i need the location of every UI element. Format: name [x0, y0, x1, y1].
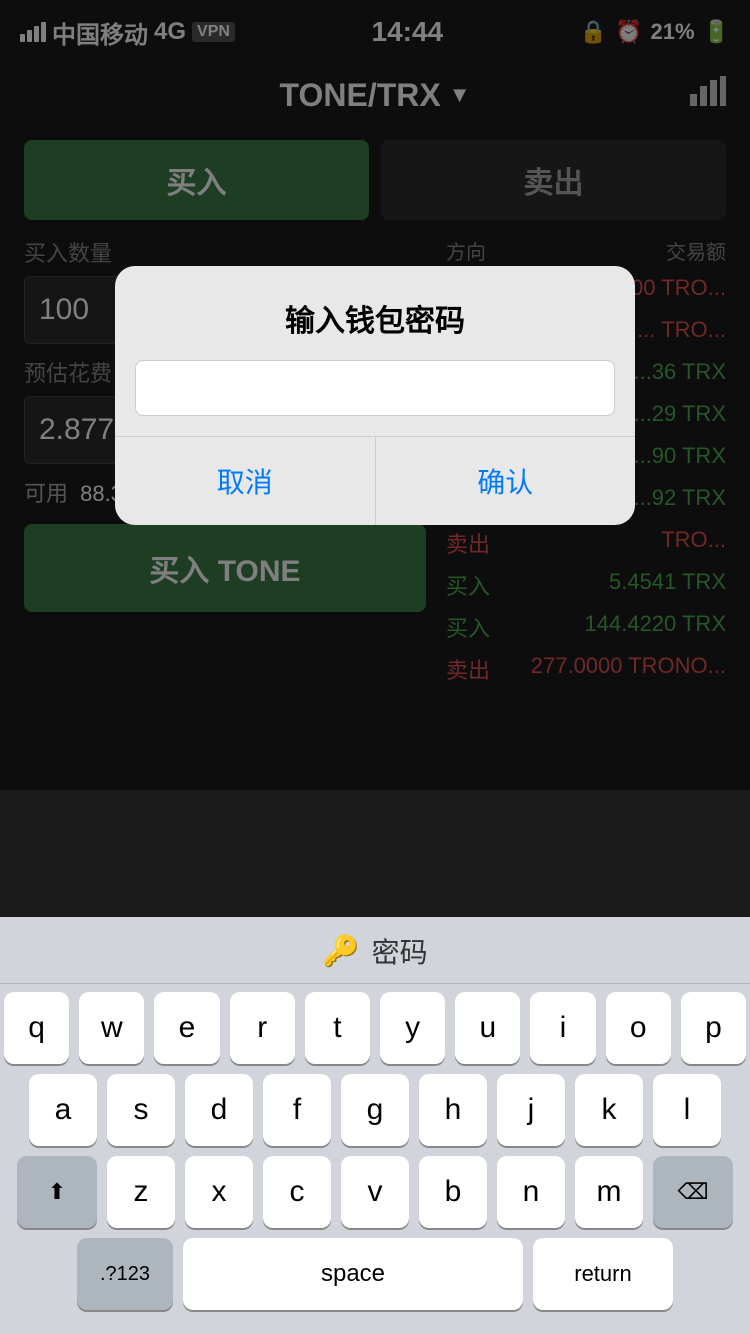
- key-u[interactable]: u: [455, 992, 520, 1064]
- key-q[interactable]: q: [4, 992, 69, 1064]
- key-h[interactable]: h: [419, 1074, 487, 1146]
- return-key[interactable]: return: [533, 1238, 673, 1310]
- keyboard-password-bar: 🔑 密码: [0, 917, 750, 984]
- keyboard-area: 🔑 密码 q w e r t y u i o p a s d f g h j k…: [0, 917, 750, 1334]
- cancel-button[interactable]: 取消: [115, 437, 375, 525]
- key-i[interactable]: i: [530, 992, 595, 1064]
- modal-overlay: 输入钱包密码 取消 确认: [0, 0, 750, 790]
- key-l[interactable]: l: [653, 1074, 721, 1146]
- key-f[interactable]: f: [263, 1074, 331, 1146]
- key-e[interactable]: e: [154, 992, 219, 1064]
- shift-key[interactable]: ⬆: [17, 1156, 97, 1228]
- key-z[interactable]: z: [107, 1156, 175, 1228]
- key-p[interactable]: p: [681, 992, 746, 1064]
- key-c[interactable]: c: [263, 1156, 331, 1228]
- space-key[interactable]: space: [183, 1238, 523, 1310]
- key-g[interactable]: g: [341, 1074, 409, 1146]
- modal-input-wrapper: [115, 360, 635, 436]
- key-row-4: .?123 space return: [4, 1238, 746, 1320]
- key-t[interactable]: t: [305, 992, 370, 1064]
- delete-key[interactable]: ⌫: [653, 1156, 733, 1228]
- key-b[interactable]: b: [419, 1156, 487, 1228]
- key-m[interactable]: m: [575, 1156, 643, 1228]
- keyboard-rows: q w e r t y u i o p a s d f g h j k l ⬆ …: [0, 984, 750, 1334]
- password-modal: 输入钱包密码 取消 确认: [115, 266, 635, 525]
- key-o[interactable]: o: [606, 992, 671, 1064]
- key-y[interactable]: y: [380, 992, 445, 1064]
- modal-title: 输入钱包密码: [115, 266, 635, 360]
- confirm-button[interactable]: 确认: [375, 437, 636, 525]
- modal-buttons: 取消 确认: [115, 436, 635, 525]
- key-row-1: q w e r t y u i o p: [4, 992, 746, 1064]
- key-n[interactable]: n: [497, 1156, 565, 1228]
- key-d[interactable]: d: [185, 1074, 253, 1146]
- numbers-key[interactable]: .?123: [77, 1238, 173, 1310]
- keyboard-label: 密码: [372, 931, 428, 971]
- key-w[interactable]: w: [79, 992, 144, 1064]
- key-r[interactable]: r: [230, 992, 295, 1064]
- key-row-3: ⬆ z x c v b n m ⌫: [4, 1156, 746, 1228]
- key-s[interactable]: s: [107, 1074, 175, 1146]
- password-input[interactable]: [135, 360, 615, 416]
- key-k[interactable]: k: [575, 1074, 643, 1146]
- key-a[interactable]: a: [29, 1074, 97, 1146]
- key-row-2: a s d f g h j k l: [4, 1074, 746, 1146]
- key-icon: 🔑: [322, 934, 359, 969]
- key-j[interactable]: j: [497, 1074, 565, 1146]
- key-x[interactable]: x: [185, 1156, 253, 1228]
- key-v[interactable]: v: [341, 1156, 409, 1228]
